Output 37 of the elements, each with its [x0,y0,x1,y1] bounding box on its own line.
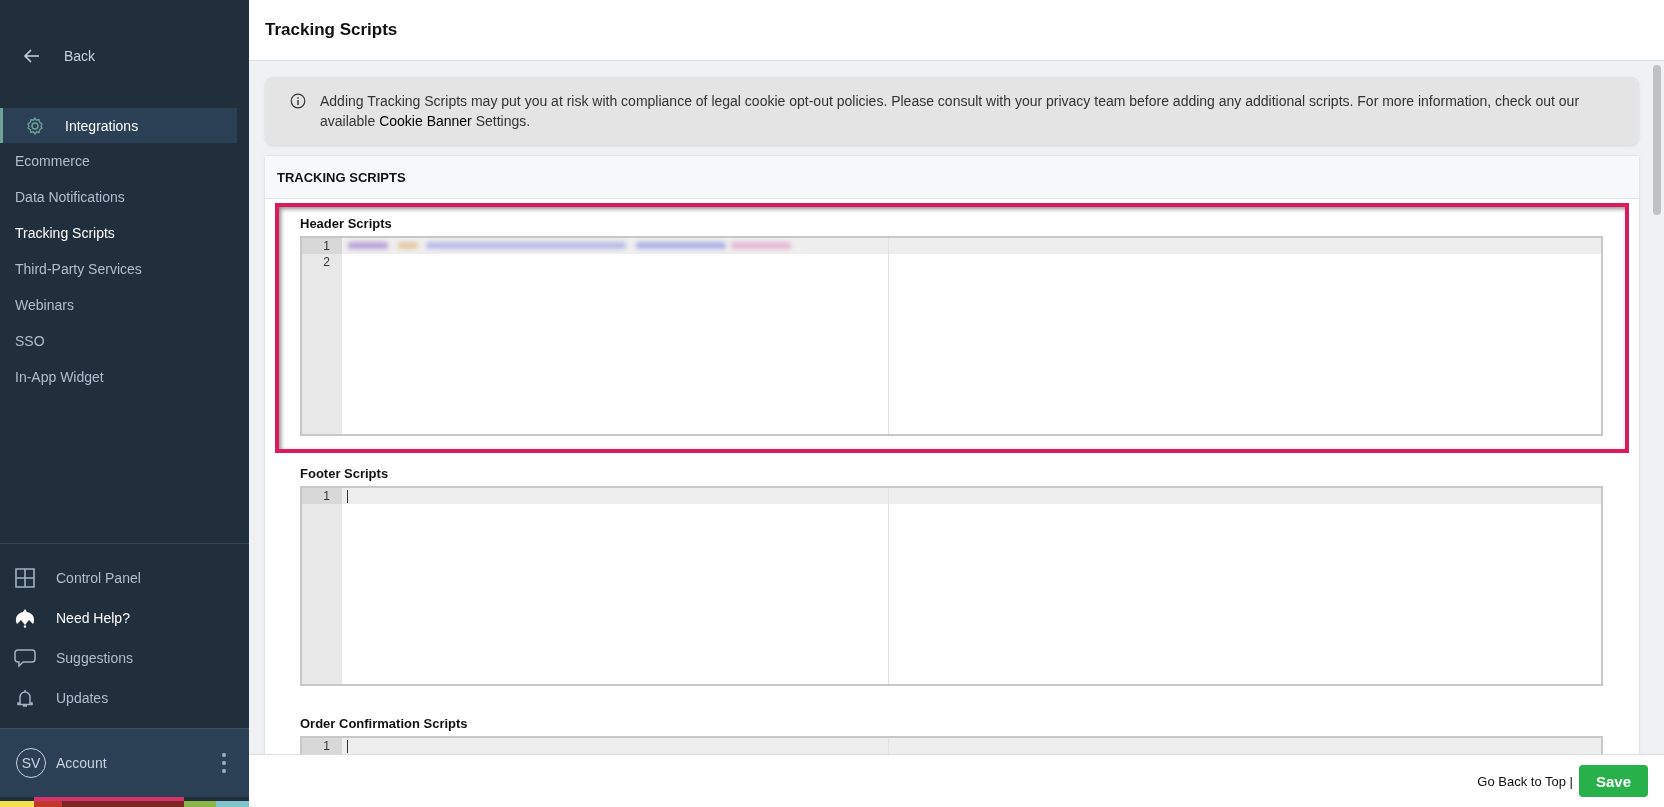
back-link[interactable]: Back [0,0,249,68]
code-editor[interactable]: 1 [300,736,1603,754]
line-number: 1 [302,738,342,754]
chat-icon [14,647,36,669]
scrollbar[interactable] [1653,65,1661,215]
nav-item[interactable]: Data Notifications [0,179,249,215]
nav-item[interactable]: Ecommerce [0,143,249,179]
nav-item[interactable]: Third-Party Services [0,251,249,287]
notice-text: Adding Tracking Scripts may put you at risk with compliance of legal cookie opt-out policies. Please consult with your privacy team before adding any additional scripts. For more information, check out our available Cookie Banner Settings. [320,92,1581,131]
settings-icon [25,115,45,136]
nav-item[interactable]: In-App Widget [0,359,249,395]
code-editor[interactable]: 1 2 [300,236,1603,436]
sidebar-link[interactable]: Updates [0,678,249,718]
nav-item[interactable]: Webinars [0,287,249,323]
nav-item[interactable]: Tracking Scripts [0,215,249,251]
more-icon[interactable] [221,752,227,774]
sidebar-link[interactable]: Need Help? [0,598,249,638]
sidebar-link[interactable]: Control Panel [0,558,249,598]
line-number: 1 [302,488,342,504]
card-title: TRACKING SCRIPTS [277,170,406,185]
nav-item[interactable]: SSO [0,323,249,359]
code-editor[interactable]: 1 [300,486,1603,686]
editor-label: Order Confirmation Scripts [300,716,469,731]
info-icon [290,93,306,109]
nav-section[interactable]: Integrations [0,108,237,143]
back-to-top-link[interactable]: Go Back to Top | [1477,773,1573,789]
sidebar-link[interactable]: Suggestions [0,638,249,678]
page-title: Tracking Scripts [265,20,398,40]
help-icon [14,607,36,629]
cookie-banner-link[interactable]: Cookie Banner [379,113,472,129]
account-label[interactable]: Account [56,755,211,771]
grid-icon [14,567,36,589]
line-number: 2 [322,254,331,270]
editor-label: Header Scripts [300,216,393,231]
bell-icon [14,687,36,709]
line-number: 1 [302,238,342,254]
editor-label: Footer Scripts [300,466,390,481]
